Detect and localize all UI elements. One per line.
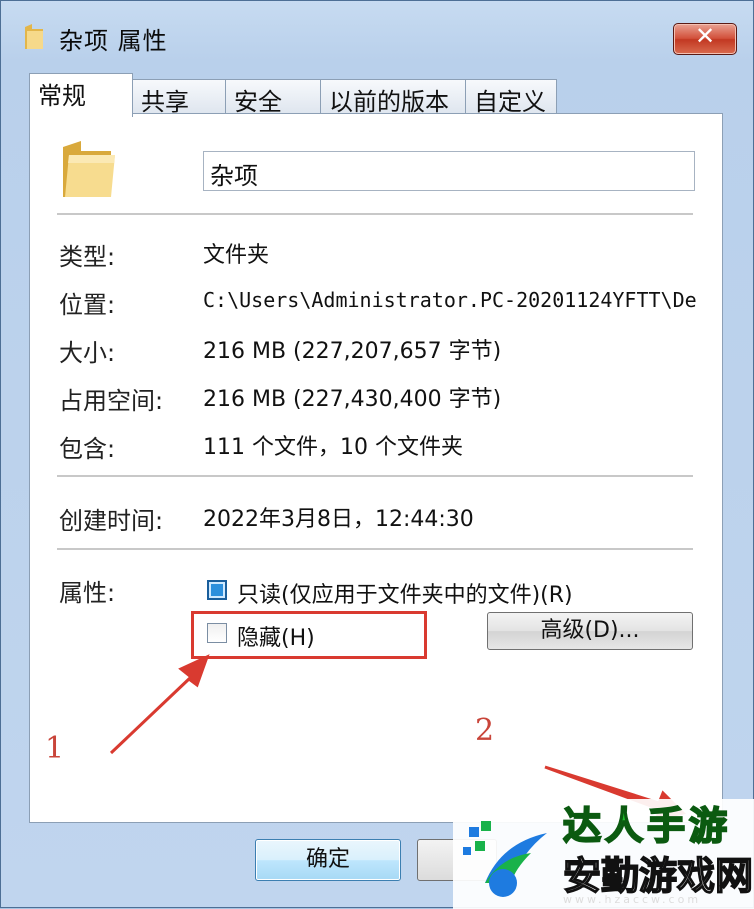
watermark-logo-icon bbox=[463, 821, 547, 897]
attributes-label: 属性: bbox=[59, 579, 116, 607]
tab-general[interactable]: 常规 bbox=[29, 73, 133, 117]
created-label: 创建时间: bbox=[59, 507, 164, 535]
readonly-label[interactable]: 只读(仅应用于文件夹中的文件)(R) bbox=[237, 577, 573, 609]
window-title: 杂项 属性 bbox=[59, 27, 168, 55]
tab-label: 安全 bbox=[234, 88, 282, 116]
folder-icon bbox=[63, 141, 115, 197]
type-label: 类型: bbox=[59, 243, 116, 271]
tab-label: 共享 bbox=[141, 88, 189, 116]
annotation-number-1: 1 bbox=[45, 731, 65, 766]
folder-icon bbox=[25, 24, 43, 49]
type-value: 文件夹 bbox=[203, 243, 270, 268]
annotation-highlight-box bbox=[191, 611, 427, 659]
general-panel bbox=[29, 113, 723, 823]
ok-button[interactable]: 确定 bbox=[255, 839, 401, 881]
tab-label: 自定义 bbox=[474, 88, 546, 116]
divider bbox=[57, 213, 693, 216]
title-bar[interactable]: 杂项 属性 ✕ bbox=[1, 1, 753, 71]
tab-label: 以前的版本 bbox=[329, 88, 449, 116]
watermark-subtitle: 安勤游戏网 bbox=[562, 853, 754, 899]
tab-security[interactable]: 安全 bbox=[225, 79, 321, 116]
location-label: 位置: bbox=[59, 291, 116, 319]
watermark-title: 达人手游 bbox=[562, 803, 732, 849]
tab-sharing[interactable]: 共享 bbox=[132, 79, 226, 116]
folder-name-input[interactable]: 杂项 bbox=[203, 151, 695, 191]
size-on-disk-label: 占用空间: bbox=[59, 387, 164, 415]
annotation-number-2: 2 bbox=[475, 713, 495, 748]
location-value[interactable]: C:\Users\Administrator.PC-20201124YFTT\D… bbox=[203, 288, 697, 312]
tab-customize[interactable]: 自定义 bbox=[465, 79, 557, 116]
size-on-disk-value: 216 MB (227,430,400 字节) bbox=[203, 387, 502, 412]
contains-value: 111 个文件，10 个文件夹 bbox=[203, 435, 463, 460]
watermark-url: www.hzaccw.com bbox=[563, 893, 702, 906]
size-value: 216 MB (227,207,657 字节) bbox=[203, 339, 502, 364]
tab-previous-versions[interactable]: 以前的版本 bbox=[320, 79, 466, 116]
contains-label: 包含: bbox=[59, 435, 116, 463]
properties-dialog: 杂项 属性 ✕ 常规 共享 安全 以前的版本 自定义 杂项 类型: 文件夹 位置… bbox=[0, 0, 754, 909]
divider bbox=[57, 548, 693, 551]
close-button[interactable]: ✕ bbox=[673, 22, 737, 55]
size-label: 大小: bbox=[59, 339, 116, 367]
created-value: 2022年3月8日，12:44:30 bbox=[203, 507, 474, 532]
readonly-checkbox[interactable] bbox=[207, 580, 227, 600]
tab-label: 常规 bbox=[38, 82, 86, 110]
close-icon: ✕ bbox=[694, 22, 716, 50]
watermark: 达人手游 安勤游戏网 www.hzaccw.com bbox=[453, 799, 754, 909]
tab-strip: 常规 共享 安全 以前的版本 自定义 bbox=[29, 73, 729, 117]
divider bbox=[57, 475, 693, 478]
advanced-button[interactable]: 高级(D)... bbox=[487, 612, 693, 650]
